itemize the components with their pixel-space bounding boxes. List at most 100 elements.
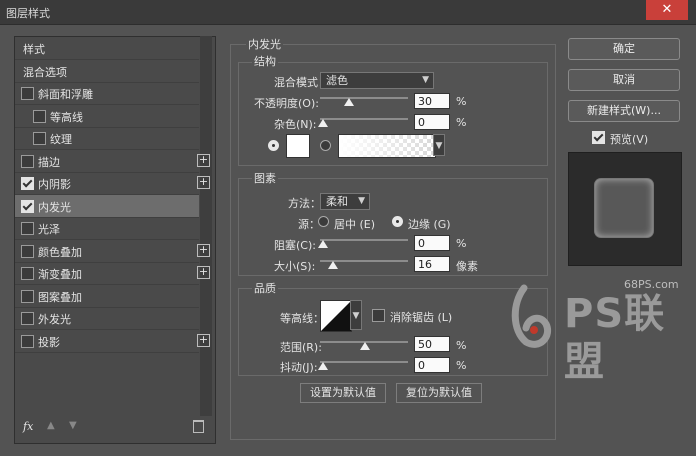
title-bar: 图层样式 ✕ (0, 0, 696, 25)
style-item-checkbox[interactable] (21, 267, 34, 280)
jitter-label: 抖动(J): (280, 361, 318, 374)
style-item-label: 描边 (38, 155, 60, 169)
source-center-radio[interactable] (318, 216, 329, 227)
style-item[interactable]: 内阴影 + (15, 172, 210, 195)
style-item[interactable]: 投影 + (15, 330, 210, 353)
noise-slider-track[interactable] (320, 118, 408, 120)
style-item-label: 渐变叠加 (38, 268, 82, 281)
watermark-logo-icon (506, 284, 558, 348)
range-slider-handle[interactable] (360, 342, 370, 350)
style-item-checkbox[interactable] (33, 132, 46, 145)
noise-input[interactable]: 0 (414, 114, 450, 130)
style-item-checkbox[interactable] (21, 199, 34, 213)
style-item[interactable]: 内发光 (15, 194, 199, 218)
contour-preview[interactable] (320, 300, 352, 332)
contour-dropdown-icon[interactable]: ▼ (350, 300, 362, 330)
preview-label: 预览(V) (610, 133, 649, 146)
gradient-swatch[interactable] (338, 134, 436, 158)
size-slider-handle[interactable] (328, 261, 338, 269)
choke-unit: % (456, 237, 467, 250)
source-edge-radio[interactable] (392, 216, 403, 227)
solid-color-radio[interactable] (268, 140, 279, 151)
size-input[interactable]: 16 (414, 256, 450, 272)
styles-list-scrollbar[interactable] (200, 36, 212, 416)
style-item[interactable]: 渐变叠加 + (15, 262, 210, 285)
style-item-label: 斜面和浮雕 (38, 88, 93, 101)
jitter-slider-handle[interactable] (318, 362, 328, 370)
style-item[interactable]: 颜色叠加 + (15, 240, 210, 263)
style-item-checkbox[interactable] (21, 177, 34, 190)
style-item-checkbox[interactable] (21, 87, 34, 100)
reset-default-button[interactable]: 复位为默认值 (396, 383, 482, 403)
inner-glow-title: 内发光 (246, 36, 283, 52)
elements-title: 图素 (252, 170, 278, 186)
gradient-radio[interactable] (320, 140, 331, 151)
opacity-slider-handle[interactable] (344, 98, 354, 106)
close-button[interactable]: ✕ (646, 0, 688, 20)
choke-input[interactable]: 0 (414, 235, 450, 251)
style-item-label: 纹理 (50, 133, 72, 146)
chevron-down-icon: ▼ (358, 196, 365, 206)
linear-contour-icon (321, 301, 351, 331)
blend-mode-select[interactable]: 滤色 ▼ (320, 72, 434, 89)
style-item[interactable]: 图案叠加 (15, 285, 199, 308)
style-item-label: 内阴影 (38, 178, 71, 191)
blend-mode-value: 滤色 (326, 74, 348, 87)
add-effect-icon[interactable]: + (197, 266, 210, 279)
style-item-checkbox[interactable] (21, 289, 34, 303)
style-item-checkbox[interactable] (21, 222, 34, 235)
preview-shape (595, 179, 653, 237)
preview-checkbox[interactable] (592, 131, 605, 144)
new-style-button[interactable]: 新建样式(W)... (568, 100, 680, 122)
styles-header[interactable]: 样式 (15, 37, 199, 60)
style-item[interactable]: 混合选项 (15, 60, 199, 83)
style-item-label: 图案叠加 (38, 290, 82, 304)
styles-header-label: 样式 (23, 43, 45, 56)
style-item[interactable]: 光泽 (15, 217, 199, 240)
ok-button[interactable]: 确定 (568, 38, 680, 60)
cancel-button[interactable]: 取消 (568, 69, 680, 91)
style-item[interactable]: 描边 + (15, 150, 210, 173)
structure-title: 结构 (252, 53, 278, 69)
add-effect-icon[interactable]: + (197, 333, 210, 347)
glow-color-swatch[interactable] (286, 134, 310, 158)
opacity-input[interactable]: 30 (414, 93, 450, 109)
chevron-down-icon: ▼ (422, 75, 429, 85)
jitter-slider-track[interactable] (320, 361, 408, 363)
fx-icon[interactable]: fx (23, 420, 33, 433)
style-item-checkbox[interactable] (33, 109, 46, 123)
technique-select[interactable]: 柔和 ▼ (320, 193, 370, 210)
style-preview-thumbnail (568, 152, 682, 266)
choke-slider-track[interactable] (320, 239, 408, 241)
choke-slider-handle[interactable] (318, 240, 328, 248)
style-item[interactable]: 斜面和浮雕 (15, 82, 199, 105)
style-item[interactable]: 等高线 (15, 105, 199, 128)
opacity-unit: % (456, 95, 467, 108)
style-item-checkbox[interactable] (21, 334, 34, 348)
set-default-button[interactable]: 设置为默认值 (300, 383, 386, 403)
move-up-icon[interactable]: ▲ (47, 420, 55, 431)
noise-slider-handle[interactable] (318, 119, 328, 127)
antialias-checkbox[interactable] (372, 309, 385, 322)
style-item-checkbox[interactable] (21, 244, 34, 258)
range-input[interactable]: 50 (414, 336, 450, 352)
source-edge-label: 边缘 (G) (408, 218, 451, 231)
trash-icon[interactable] (193, 420, 204, 433)
noise-label: 杂色(N): (274, 118, 317, 131)
gradient-dropdown-icon[interactable]: ▼ (433, 134, 445, 156)
opacity-slider-track[interactable] (320, 97, 408, 99)
style-item-checkbox[interactable] (21, 154, 34, 168)
add-effect-icon[interactable]: + (197, 153, 210, 167)
add-effect-icon[interactable]: + (197, 176, 210, 189)
styles-list-toolbar: fx ▲ ▼ (15, 418, 204, 440)
source-label: 源： (298, 218, 320, 231)
add-effect-icon[interactable]: + (197, 243, 210, 257)
style-item[interactable]: 外发光 (15, 307, 199, 330)
watermark-brand: PS联盟 (564, 291, 666, 385)
noise-unit: % (456, 116, 467, 129)
style-item[interactable]: 纹理 (15, 127, 199, 150)
style-item-label: 颜色叠加 (38, 245, 82, 259)
move-down-icon[interactable]: ▼ (69, 420, 77, 431)
jitter-input[interactable]: 0 (414, 357, 450, 373)
style-item-checkbox[interactable] (21, 312, 34, 325)
